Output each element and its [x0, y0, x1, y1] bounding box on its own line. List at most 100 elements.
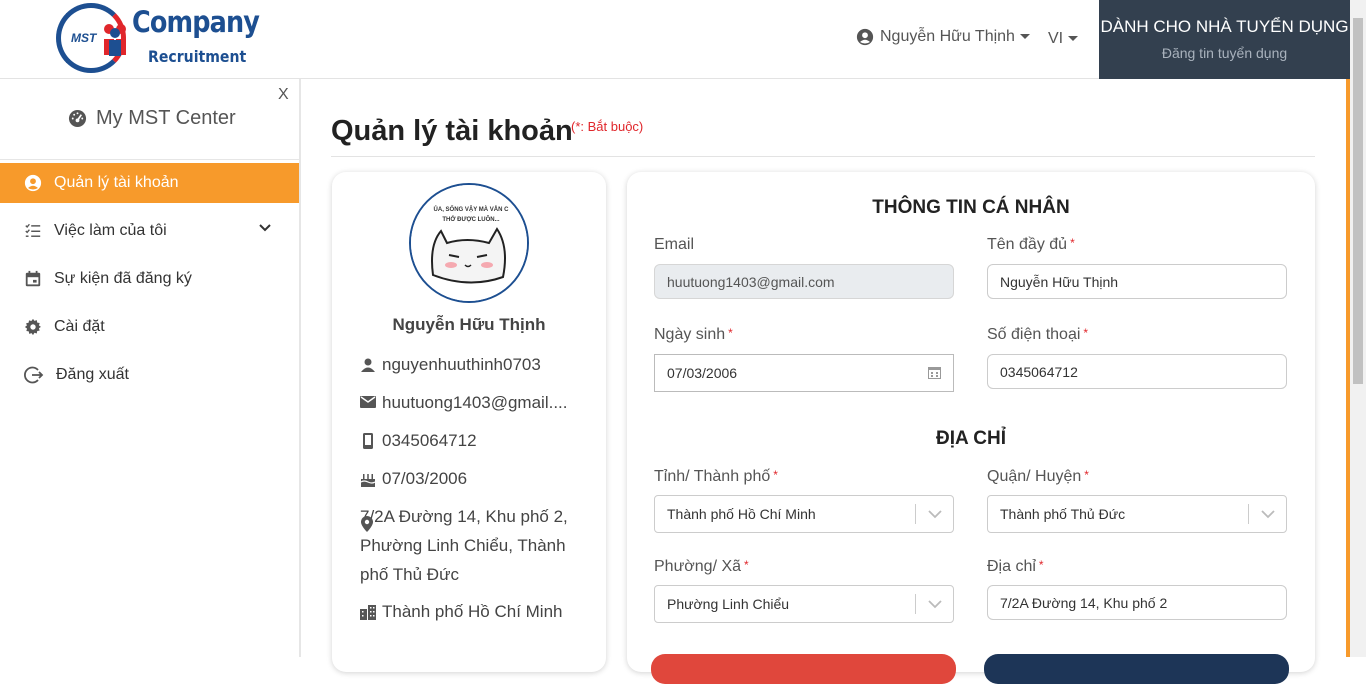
employer-button[interactable]: DÀNH CHO NHÀ TUYỂN DỤNG Đăng tin tuyển d…: [1099, 0, 1350, 79]
phone-field-value: 0345064712: [1000, 363, 1078, 380]
sidebar-item-events[interactable]: Sự kiện đã đăng ký: [0, 259, 299, 299]
language-label: VI: [1048, 30, 1064, 47]
logo-recruitment-text: Recruitment: [148, 47, 247, 66]
avatar-caption-line: ỦA, SỐNG VẬY MÀ VẪN C: [434, 206, 510, 213]
profile-phone-text: 0345064712: [382, 431, 477, 450]
phone-label-text: Số điện thoại: [987, 326, 1081, 343]
sidebar-title-text: My MST Center: [96, 107, 236, 129]
province-select[interactable]: Thành phố Hồ Chí Minh: [654, 495, 954, 533]
city-icon: [360, 605, 376, 620]
province-select-value: Thành phố Hồ Chí Minh: [667, 506, 816, 522]
sidebar-item-label: Sự kiện đã đăng ký: [54, 270, 192, 287]
province-label: Tỉnh/ Thành phố *: [654, 468, 778, 486]
chevron-down-icon: [259, 224, 271, 232]
personal-info-heading: THÔNG TIN CÁ NHÂN: [872, 197, 1070, 218]
email-label: Email: [654, 236, 694, 254]
chevron-down-icon: [1019, 33, 1030, 39]
save-button[interactable]: [984, 654, 1289, 684]
email-field: huutuong1403@gmail.com: [654, 264, 954, 299]
street-label: Địa chỉ *: [987, 558, 1044, 576]
user-name: Nguyễn Hữu Thịnh: [880, 28, 1015, 45]
profile-address: 7/2A Đường 14, Khu phố 2, Phường Linh Ch…: [360, 502, 586, 589]
logout-icon: [24, 366, 44, 384]
profile-email-text: huutuong1403@gmail....: [382, 393, 568, 412]
select-separator: [915, 504, 916, 524]
employer-title: DÀNH CHO NHÀ TUYỂN DỤNG: [1100, 17, 1349, 36]
logo-mark: MST: [71, 31, 97, 45]
dob-label: Ngày sinh *: [654, 326, 733, 344]
sidebar-close-button[interactable]: X: [278, 86, 289, 104]
sidebar-item-logout[interactable]: Đăng xuất: [0, 355, 299, 395]
district-select[interactable]: Thành phố Thủ Đức: [987, 495, 1287, 533]
calendar-icon[interactable]: [928, 366, 941, 379]
user-menu[interactable]: Nguyễn Hữu Thịnh: [856, 28, 1030, 46]
chevron-down-icon: [928, 600, 942, 609]
chevron-down-icon: [1261, 510, 1275, 519]
ward-label-text: Phường/ Xã: [654, 558, 742, 575]
required-mark: *: [1038, 558, 1044, 572]
fullname-field-value: Nguyễn Hữu Thịnh: [1000, 273, 1119, 290]
account-form-card: THÔNG TIN CÁ NHÂN Email huutuong1403@gma…: [627, 172, 1315, 684]
profile-city-text: Thành phố Hồ Chí Minh: [382, 602, 563, 621]
sidebar-item-label: Việc làm của tôi: [54, 222, 167, 239]
company-logo[interactable]: MST Company Recruitment: [56, 3, 260, 73]
user-icon: [361, 358, 375, 372]
cancel-button[interactable]: [651, 654, 956, 684]
email-field-value: huutuong1403@gmail.com: [667, 273, 835, 290]
chevron-down-icon: [1068, 35, 1079, 41]
required-mark: *: [744, 558, 749, 572]
select-separator: [1248, 504, 1249, 524]
select-separator: [915, 594, 916, 614]
required-mark: *: [773, 468, 778, 482]
mail-icon: [360, 396, 376, 408]
fullname-label: Tên đầy đủ *: [987, 236, 1075, 254]
dob-field[interactable]: 07/03/2006: [654, 354, 954, 392]
district-select-value: Thành phố Thủ Đức: [1000, 506, 1126, 522]
profile-username-text: nguyenhuuthinh0703: [382, 355, 541, 374]
sidebar-item-settings[interactable]: Cài đặt: [0, 307, 299, 347]
street-field-value: 7/2A Đường 14, Khu phố 2: [1000, 594, 1168, 611]
ward-select-value: Phường Linh Chiểu: [667, 596, 790, 612]
phone-icon: [363, 433, 373, 449]
profile-city: Thành phố Hồ Chí Minh: [360, 597, 586, 626]
title-divider: [331, 156, 1315, 157]
street-field[interactable]: 7/2A Đường 14, Khu phố 2: [987, 585, 1287, 620]
profile-phone: 0345064712: [360, 426, 586, 455]
sidebar-item-my-jobs[interactable]: Việc làm của tôi: [0, 211, 299, 251]
location-pin-icon: [361, 516, 373, 532]
fullname-field[interactable]: Nguyễn Hữu Thịnh: [987, 264, 1287, 299]
profile-birthday-text: 07/03/2006: [382, 469, 468, 488]
avatar[interactable]: ỦA, SỐNG VẬY MÀ VẪN C THỞ ĐƯỢC LUÔN...: [409, 183, 529, 303]
avatar-caption-line: THỞ ĐƯỢC LUÔN...: [442, 215, 500, 223]
address-heading: ĐỊA CHỈ: [935, 428, 1007, 449]
sidebar-item-account[interactable]: Quản lý tài khoản: [0, 163, 299, 203]
phone-label: Số điện thoại *: [987, 326, 1088, 344]
header: MST Company Recruitment Nguyễn Hữu Thịnh…: [0, 0, 1350, 79]
calendar-icon: [25, 270, 41, 287]
profile-address-text: 7/2A Đường 14, Khu phố 2, Phường Linh Ch…: [360, 507, 568, 584]
profile-birthday: 07/03/2006: [360, 464, 586, 493]
logo-company-text: Company: [132, 5, 260, 39]
ward-select[interactable]: Phường Linh Chiểu: [654, 585, 954, 623]
scrollbar-thumb[interactable]: [1353, 18, 1363, 384]
sidebar-item-label: Quản lý tài khoản: [54, 174, 179, 191]
phone-field[interactable]: 0345064712: [987, 354, 1287, 389]
district-label-text: Quận/ Huyện: [987, 468, 1082, 485]
email-label-text: Email: [654, 236, 695, 253]
fullname-label-text: Tên đầy đủ: [987, 236, 1068, 253]
required-mark: *: [1070, 236, 1075, 250]
required-mark: *: [1083, 326, 1089, 340]
page-title: Quản lý tài khoản: [331, 115, 573, 147]
cat-avatar-image: ỦA, SỐNG VẬY MÀ VẪN C THỞ ĐƯỢC LUÔN...: [411, 185, 527, 301]
profile-name: Nguyễn Hữu Thịnh: [392, 315, 546, 334]
profile-username: nguyenhuuthinh0703: [360, 350, 586, 379]
user-circle-icon: [24, 174, 42, 192]
sidebar: X My MST Center Quản lý tài khoản Việc l…: [0, 79, 301, 657]
dob-label-text: Ngày sinh: [654, 326, 726, 343]
scrollbar[interactable]: [1350, 0, 1366, 657]
sidebar-item-label: Đăng xuất: [56, 366, 129, 383]
language-selector[interactable]: VI: [1048, 30, 1079, 48]
required-mark: *: [1084, 468, 1089, 482]
dob-field-value: 07/03/2006: [667, 365, 738, 381]
sidebar-divider: [0, 159, 299, 160]
